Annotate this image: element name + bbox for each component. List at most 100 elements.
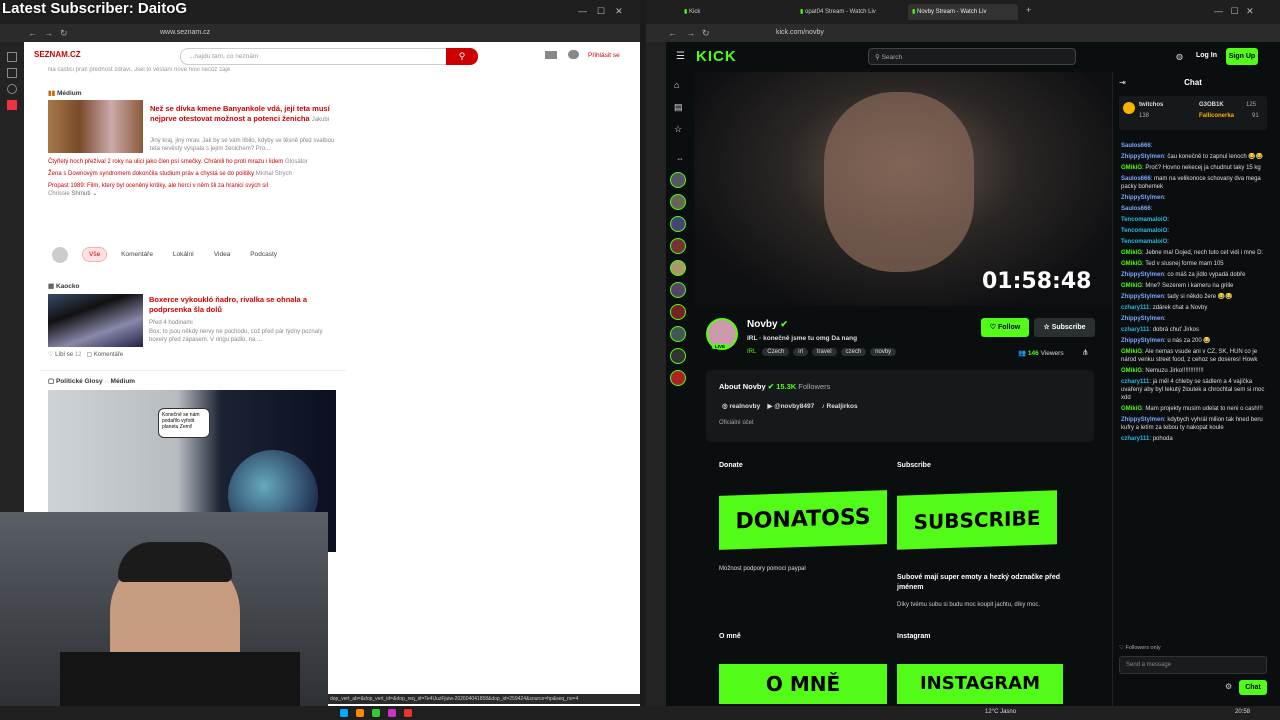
streamer-name[interactable]: Novby ✔ bbox=[747, 319, 788, 330]
share-icon[interactable]: ⋔ bbox=[1082, 348, 1089, 357]
chat-username[interactable]: GMikiG bbox=[1121, 283, 1142, 289]
social-youtube[interactable]: @novby8497 bbox=[774, 403, 814, 410]
tab-kick[interactable]: ▮ Kick bbox=[680, 4, 785, 20]
chat-username[interactable]: GMikiG bbox=[1121, 406, 1142, 412]
weather-widget[interactable]: 12°C Jasno bbox=[985, 709, 1016, 715]
comment-icon[interactable]: ▢ bbox=[86, 352, 92, 358]
streamer-name-text[interactable]: Novby bbox=[747, 319, 778, 330]
window-controls[interactable]: — ☐ ✕ bbox=[578, 6, 623, 17]
sidebar-app-icon[interactable] bbox=[7, 100, 17, 110]
video-player[interactable]: 01:58:48 bbox=[694, 72, 1112, 306]
chat-username[interactable]: Saulos666 bbox=[1121, 143, 1151, 149]
tab-label[interactable]: Kick bbox=[689, 9, 700, 15]
subscribe-banner[interactable]: SUBSCRIBE bbox=[897, 490, 1057, 550]
chat-username[interactable]: GMikiG bbox=[1121, 368, 1142, 374]
filter-videos[interactable]: Videa bbox=[208, 248, 237, 261]
filter-comments[interactable]: Komentáře bbox=[115, 248, 159, 261]
channel-avatar[interactable] bbox=[670, 194, 686, 210]
chat-username[interactable]: GMikiG bbox=[1121, 165, 1142, 171]
following-icon[interactable]: ☆ bbox=[674, 124, 682, 135]
chat-username[interactable]: Saulos666 bbox=[1121, 176, 1151, 182]
filter-local[interactable]: Lokální bbox=[167, 248, 200, 261]
channel-avatar[interactable] bbox=[670, 304, 686, 320]
clock[interactable]: 20:58 bbox=[1235, 709, 1250, 715]
tag[interactable]: czech bbox=[840, 348, 867, 356]
link-item[interactable]: Žena s Downovým syndromem dokončila stud… bbox=[48, 170, 318, 178]
tag[interactable]: travel bbox=[811, 348, 837, 356]
omne-banner[interactable]: O MNĚ bbox=[719, 664, 887, 704]
tab-label[interactable]: opat04 Stream - Watch Liv bbox=[805, 9, 876, 15]
likes-label[interactable]: Líbí se bbox=[55, 352, 73, 358]
chat-username[interactable]: ZhippyStylmen bbox=[1121, 294, 1164, 300]
link-title[interactable]: Žena s Downovým syndromem dokončila stud… bbox=[48, 171, 254, 177]
article-image[interactable] bbox=[48, 100, 143, 153]
forward-icon[interactable]: → bbox=[686, 28, 695, 38]
social-tiktok[interactable]: Realjirkos bbox=[827, 403, 858, 410]
avatar[interactable] bbox=[52, 247, 68, 263]
forward-icon[interactable]: → bbox=[44, 28, 53, 38]
chat-username[interactable]: ZhippyStylmen bbox=[1121, 417, 1164, 423]
link-item[interactable]: Propast 1989: Film, který byl oceněný kr… bbox=[48, 182, 278, 198]
filter-podcasts[interactable]: Podcasty bbox=[244, 248, 283, 261]
chat-username[interactable]: czhary111 bbox=[1121, 379, 1149, 385]
chat-username[interactable]: ZhippyStylmen bbox=[1121, 316, 1164, 322]
login-link[interactable]: Přihlásit se bbox=[588, 52, 620, 59]
chat-username[interactable]: Saulos666 bbox=[1121, 206, 1151, 212]
left-url[interactable]: www.seznam.cz bbox=[160, 29, 210, 36]
follow-label[interactable]: Follow bbox=[998, 324, 1020, 331]
collapse-icon[interactable]: ⇔ bbox=[676, 154, 684, 163]
kaocko-title[interactable]: Boxerce vykoukló ňadro, rivalka se ohnal… bbox=[149, 295, 329, 315]
channel-avatar[interactable] bbox=[670, 216, 686, 232]
chat-username[interactable]: ZhippyStylmen bbox=[1121, 195, 1164, 201]
chat-username[interactable]: GMikiG bbox=[1121, 349, 1142, 355]
channel-avatar[interactable] bbox=[670, 260, 686, 276]
reload-icon[interactable]: ↻ bbox=[702, 28, 710, 39]
chat-username[interactable]: TencomamaloiO bbox=[1121, 239, 1167, 245]
right-url[interactable]: kick.com/novby bbox=[776, 29, 824, 36]
link-title[interactable]: Propast 1989: Film, který byl oceněný kr… bbox=[48, 183, 268, 189]
summary-toggle[interactable]: Shrnutí ⌄ bbox=[71, 191, 97, 197]
tag[interactable]: novby bbox=[870, 348, 897, 356]
link-title[interactable]: Čtyřletý hoch přežíval 2 roky na ulici j… bbox=[48, 159, 283, 165]
kaocko-image[interactable] bbox=[48, 294, 143, 347]
chat-username[interactable]: TencomamaloiO bbox=[1121, 228, 1167, 234]
channel-avatar[interactable] bbox=[670, 172, 686, 188]
search-icon[interactable]: ⚲ bbox=[446, 48, 478, 65]
reload-icon[interactable]: ↻ bbox=[60, 28, 68, 39]
kick-logo[interactable]: KICK bbox=[696, 48, 737, 65]
leader-user[interactable]: twitchos bbox=[1139, 102, 1163, 108]
mail-icon[interactable] bbox=[545, 51, 557, 59]
channel-avatar[interactable] bbox=[670, 238, 686, 254]
chat-username[interactable]: ZhippyStylmen bbox=[1121, 338, 1164, 344]
seznam-logo[interactable]: SEZNAM.CZ bbox=[34, 50, 81, 59]
leader-user[interactable]: Falliconerka bbox=[1199, 113, 1234, 119]
login-button[interactable]: Log In bbox=[1196, 52, 1217, 59]
back-icon[interactable]: ← bbox=[668, 28, 677, 38]
chat-input[interactable]: Send a message bbox=[1119, 656, 1267, 674]
chat-username[interactable]: GMikiG bbox=[1121, 250, 1142, 256]
chat-username[interactable]: GMikiG bbox=[1121, 261, 1142, 267]
settings-icon[interactable]: ⚙ bbox=[1225, 682, 1232, 691]
sidebar-history-icon[interactable] bbox=[7, 68, 17, 78]
sidebar-tab-icon[interactable] bbox=[7, 52, 17, 62]
tag[interactable]: irl bbox=[793, 348, 808, 356]
chat-username[interactable]: czhary111 bbox=[1121, 305, 1149, 311]
sidebar-clock-icon[interactable] bbox=[7, 84, 17, 94]
back-icon[interactable]: ← bbox=[28, 28, 37, 38]
filter-all[interactable]: Vše bbox=[82, 247, 108, 262]
browse-icon[interactable]: ▤ bbox=[674, 102, 683, 113]
signup-button[interactable]: Sign Up bbox=[1226, 48, 1258, 65]
article-headline[interactable]: Než se dívka kmene Banyankole vdá, její … bbox=[150, 104, 340, 125]
chat-username[interactable]: ZhippyStylmen bbox=[1121, 154, 1164, 160]
comments-label[interactable]: Komentáře bbox=[94, 352, 123, 358]
subscribe-button[interactable]: ☆ Subscribe bbox=[1034, 318, 1095, 337]
new-tab-icon[interactable]: + bbox=[1026, 5, 1031, 15]
taskbar-icons[interactable] bbox=[340, 709, 640, 717]
chat-send-button[interactable]: Chat bbox=[1239, 680, 1267, 695]
social-instagram[interactable]: realnovby bbox=[729, 403, 760, 410]
menu-icon[interactable]: ☰ bbox=[676, 51, 685, 62]
donate-banner[interactable]: DONATOSS bbox=[719, 490, 887, 550]
chat-username[interactable]: ZhippyStylmen bbox=[1121, 272, 1164, 278]
kick-search-input[interactable]: ⚲ Search bbox=[868, 48, 1076, 65]
chat-username[interactable]: czhary111 bbox=[1121, 327, 1149, 333]
